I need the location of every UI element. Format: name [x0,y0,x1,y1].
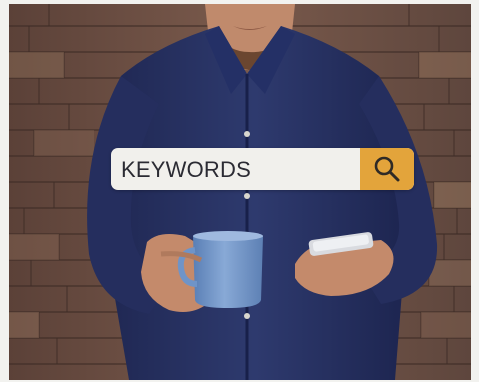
mug [193,236,263,308]
search-keywords-text: KEYWORDS [121,157,251,182]
stock-photo: KEYWORDS [9,4,471,380]
mug-rim [193,231,263,241]
search-button [360,148,414,190]
photo-scene [9,4,471,380]
search-bar: KEYWORDS [111,148,414,190]
search-icon [374,156,400,182]
